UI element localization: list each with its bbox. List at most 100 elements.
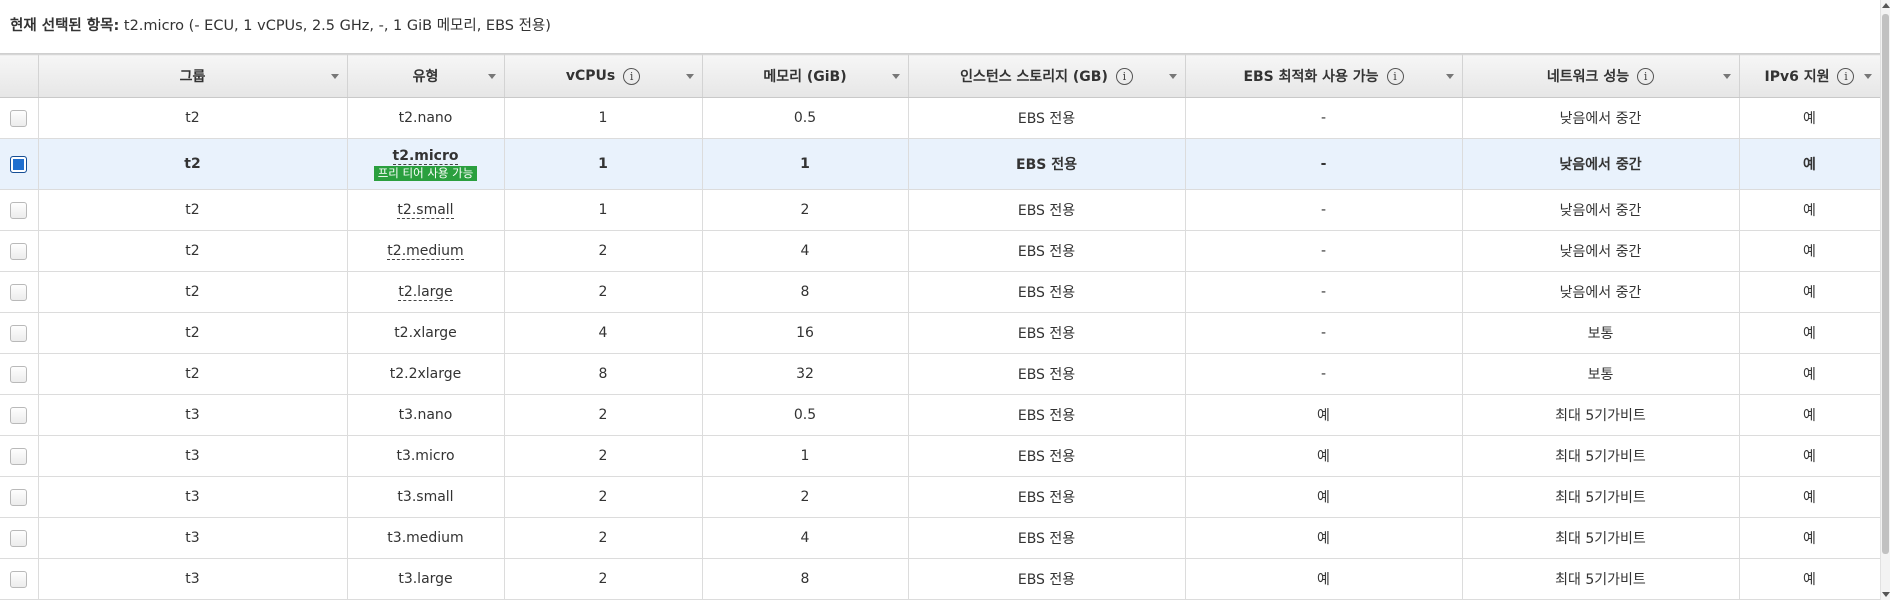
vertical-scrollbar[interactable] (1880, 0, 1890, 600)
row-checkbox[interactable] (10, 155, 28, 173)
cell-vcpus: 2 (504, 558, 703, 600)
cell-group: t2 (38, 312, 348, 354)
scroll-down-arrow-icon[interactable] (1882, 592, 1890, 597)
cell-ipv6: 예 (1739, 230, 1881, 272)
row-checkbox[interactable] (10, 570, 28, 588)
sort-caret-icon[interactable] (1863, 74, 1872, 79)
sort-caret-icon[interactable] (891, 74, 900, 79)
instance-type-label: t2.nano (398, 110, 453, 126)
current-selection-text: 현재 선택된 항목: t2.micro (- ECU, 1 vCPUs, 2.5… (10, 14, 551, 35)
row-checkbox[interactable] (10, 365, 28, 383)
instance-type-label: t3.micro (396, 448, 455, 464)
table-row[interactable]: t3 t3.large 2 8 EBS 전용 예 최대 5기가비트 예 (0, 558, 1881, 600)
table-row[interactable]: t2 t2.2xlarge 8 32 EBS 전용 - 보통 예 (0, 353, 1881, 395)
table-row[interactable]: t2 t2.medium 2 4 EBS 전용 - 낮음에서 중간 예 (0, 230, 1881, 272)
row-checkbox[interactable] (10, 529, 28, 547)
cell-ebs: - (1185, 230, 1463, 272)
instance-type-label[interactable]: t2.large (398, 284, 453, 301)
cell-type: t2.medium (347, 230, 505, 272)
table-row[interactable]: t2 t2.small 1 2 EBS 전용 - 낮음에서 중간 예 (0, 189, 1881, 231)
instance-type-table: 그룹 유형 vCPUs i 메모리 (GiB) 인스턴스 스토리지 (GB) i E… (0, 54, 1881, 600)
table-row[interactable]: t3 t3.medium 2 4 EBS 전용 예 최대 5기가비트 예 (0, 517, 1881, 559)
sort-caret-icon[interactable] (1722, 74, 1731, 79)
column-label-group: 그룹 (179, 69, 206, 85)
table-row[interactable]: t3 t3.micro 2 1 EBS 전용 예 최대 5기가비트 예 (0, 435, 1881, 477)
instance-type-label: t3.small (397, 489, 454, 505)
column-header-type[interactable]: 유형 (347, 54, 505, 98)
row-checkbox[interactable] (10, 488, 28, 506)
cell-storage: EBS 전용 (908, 394, 1186, 436)
cell-storage: EBS 전용 (908, 189, 1186, 231)
row-checkbox[interactable] (10, 406, 28, 424)
row-select-cell (0, 97, 39, 139)
cell-ipv6: 예 (1739, 558, 1881, 600)
table-row[interactable]: t2 t2.large 2 8 EBS 전용 - 낮음에서 중간 예 (0, 271, 1881, 313)
table-row[interactable]: t2 t2.xlarge 4 16 EBS 전용 - 보통 예 (0, 312, 1881, 354)
cell-memory: 1 (702, 138, 909, 190)
column-header-memory[interactable]: 메모리 (GiB) (702, 54, 909, 98)
row-checkbox[interactable] (10, 324, 28, 342)
instance-type-label[interactable]: t2.small (397, 202, 454, 219)
sort-caret-icon[interactable] (1168, 74, 1177, 79)
info-icon[interactable]: i (1386, 67, 1404, 85)
table-row[interactable]: t3 t3.small 2 2 EBS 전용 예 최대 5기가비트 예 (0, 476, 1881, 518)
info-icon[interactable]: i (1115, 67, 1133, 85)
cell-ipv6: 예 (1739, 394, 1881, 436)
table-row[interactable]: t2 t2.micro 프리 티어 사용 가능 1 1 EBS 전용 - 낮음에서 중간 예 (0, 138, 1881, 190)
table-row[interactable]: t2 t2.nano 1 0.5 EBS 전용 - 낮음에서 중간 예 (0, 97, 1881, 139)
current-selection-bar: 현재 선택된 항목: t2.micro (- ECU, 1 vCPUs, 2.5… (0, 0, 1880, 54)
instance-type-label[interactable]: t2.micro (392, 147, 459, 165)
column-header-network[interactable]: 네트워크 성능 i (1462, 54, 1740, 98)
info-icon[interactable]: i (623, 67, 641, 85)
instance-type-label: t3.nano (398, 407, 453, 423)
table-row[interactable]: t3 t3.nano 2 0.5 EBS 전용 예 최대 5기가비트 예 (0, 394, 1881, 436)
cell-memory: 32 (702, 353, 909, 395)
cell-network: 낮음에서 중간 (1462, 138, 1740, 190)
cell-network: 최대 5기가비트 (1462, 435, 1740, 477)
cell-ebs: 예 (1185, 517, 1463, 559)
cell-group: t2 (38, 271, 348, 313)
row-checkbox[interactable] (10, 242, 28, 260)
cell-memory: 0.5 (702, 97, 909, 139)
column-header-storage[interactable]: 인스턴스 스토리지 (GB) i (908, 54, 1186, 98)
cell-vcpus: 1 (504, 138, 703, 190)
cell-group: t3 (38, 394, 348, 436)
sort-caret-icon[interactable] (1445, 74, 1454, 79)
row-select-cell (0, 312, 39, 354)
cell-ipv6: 예 (1739, 312, 1881, 354)
cell-ebs: - (1185, 353, 1463, 395)
sort-caret-icon[interactable] (685, 74, 694, 79)
row-select-cell (0, 476, 39, 518)
cell-vcpus: 2 (504, 394, 703, 436)
cell-group: t2 (38, 97, 348, 139)
column-header-ebs[interactable]: EBS 최적화 사용 가능 i (1185, 54, 1463, 98)
cell-vcpus: 2 (504, 476, 703, 518)
cell-vcpus: 1 (504, 97, 703, 139)
row-checkbox[interactable] (10, 201, 28, 219)
row-select-cell (0, 189, 39, 231)
scrollbar-thumb[interactable] (1882, 14, 1889, 554)
scroll-up-arrow-icon[interactable] (1882, 3, 1890, 8)
row-select-cell (0, 394, 39, 436)
info-icon[interactable]: i (1837, 67, 1855, 85)
cell-memory: 4 (702, 517, 909, 559)
cell-vcpus: 4 (504, 312, 703, 354)
row-checkbox[interactable] (10, 283, 28, 301)
free-tier-badge: 프리 티어 사용 가능 (373, 165, 478, 181)
info-icon[interactable]: i (1637, 67, 1655, 85)
cell-ebs: 예 (1185, 558, 1463, 600)
row-checkbox[interactable] (10, 109, 28, 127)
column-header-ipv6[interactable]: IPv6 지원 i (1739, 54, 1881, 98)
instance-type-label[interactable]: t2.medium (387, 243, 464, 260)
cell-memory: 0.5 (702, 394, 909, 436)
cell-storage: EBS 전용 (908, 353, 1186, 395)
column-header-vcpus[interactable]: vCPUs i (504, 54, 703, 98)
cell-network: 보통 (1462, 353, 1740, 395)
sort-caret-icon[interactable] (330, 74, 339, 79)
cell-vcpus: 8 (504, 353, 703, 395)
column-label-type: 유형 (412, 69, 439, 85)
column-header-group[interactable]: 그룹 (38, 54, 348, 98)
cell-network: 낮음에서 중간 (1462, 230, 1740, 272)
sort-caret-icon[interactable] (487, 74, 496, 79)
row-checkbox[interactable] (10, 447, 28, 465)
